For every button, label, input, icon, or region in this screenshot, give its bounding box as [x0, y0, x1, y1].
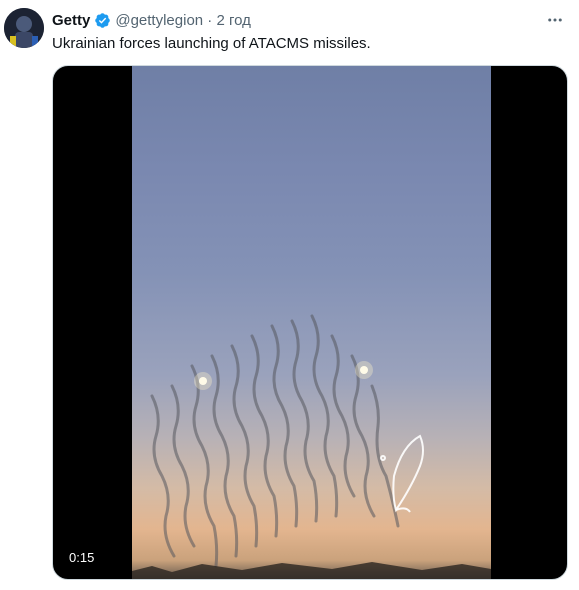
verified-badge-icon	[95, 12, 111, 28]
author-name[interactable]: Getty	[52, 12, 90, 29]
author-handle-time[interactable]: @gettylegion · 2 год	[115, 12, 251, 29]
tweet-card[interactable]: Getty @gettylegion · 2 год Ukrainian for…	[0, 0, 579, 590]
watermark-logo	[380, 434, 424, 513]
avatar-image	[4, 8, 44, 48]
tweet-header: Getty @gettylegion · 2 год	[52, 10, 251, 30]
avatar[interactable]	[4, 8, 44, 48]
video-timestamp: 0:15	[69, 550, 95, 565]
video-still-image	[132, 314, 491, 579]
video-frame[interactable]	[132, 66, 491, 579]
video-player[interactable]: 0:15	[52, 65, 568, 580]
tweet-text: Ukrainian forces launching of ATACMS mis…	[52, 35, 371, 52]
more-options-icon[interactable]	[545, 10, 565, 30]
